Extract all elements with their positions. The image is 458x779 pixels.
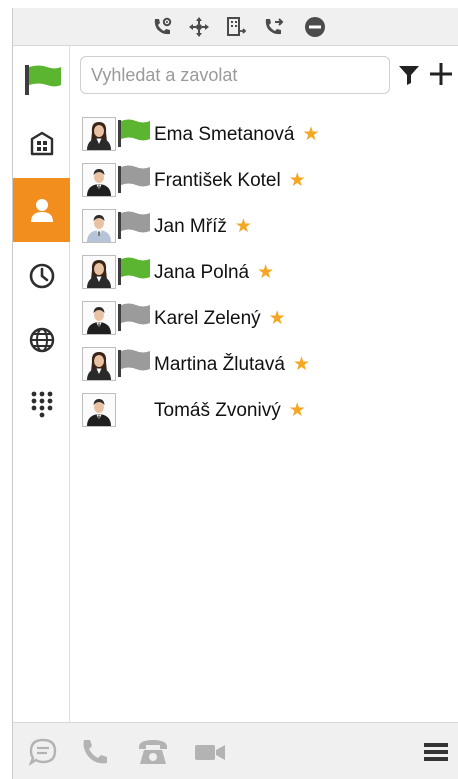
video-icon: [195, 745, 225, 760]
contact-name: Jan Mříž ★: [154, 215, 252, 238]
desk-phone-icon: [139, 740, 167, 764]
presence-flag-icon: [116, 348, 152, 378]
contacts-icon: [30, 199, 53, 222]
bottom-toolbar: [13, 722, 458, 779]
avatar: [82, 393, 116, 427]
nav-contacts[interactable]: [13, 178, 70, 242]
status-flag-icon: [24, 65, 61, 95]
avatar: [82, 347, 116, 381]
queue-icon[interactable]: [225, 16, 247, 38]
avatar: [82, 209, 116, 243]
contact-name-text: Tomáš Zvonivý: [154, 400, 281, 421]
contact-name-text: Karel Zelený: [154, 308, 261, 329]
presence-flag-icon: [116, 164, 152, 194]
contact-row[interactable]: František Kotel ★: [70, 158, 458, 204]
contact-row[interactable]: Jana Polná ★: [70, 250, 458, 296]
nav-dialpad[interactable]: [13, 372, 70, 436]
contact-name: Karel Zelený ★: [154, 307, 286, 330]
contact-name-text: Ema Smetanová: [154, 124, 295, 145]
favorite-star-icon[interactable]: ★: [235, 216, 252, 237]
nav-history[interactable]: [13, 244, 70, 308]
contact-row[interactable]: Martina Žlutavá ★: [70, 342, 458, 388]
presence-flag-icon: [116, 210, 152, 240]
filter-button[interactable]: [397, 63, 421, 87]
contact-row[interactable]: Jan Mříž ★: [70, 204, 458, 250]
presence-flag-icon: [116, 118, 152, 148]
top-toolbar: [13, 8, 458, 46]
avatar: [82, 301, 116, 335]
call-forward-icon[interactable]: [263, 16, 285, 38]
contact-name-text: Martina Žlutavá: [154, 354, 285, 375]
presence-flag-icon: [116, 302, 152, 332]
globe-icon: [29, 327, 54, 353]
contact-name: Jana Polná ★: [154, 261, 274, 284]
presence-flag-icon: [116, 256, 152, 286]
search-input[interactable]: [80, 56, 390, 94]
contact-name: Martina Žlutavá ★: [154, 353, 310, 376]
search-row: [70, 46, 458, 112]
history-icon: [29, 263, 54, 289]
do-not-disturb-icon[interactable]: [304, 16, 326, 38]
contact-row[interactable]: Ema Smetanová ★: [70, 112, 458, 158]
video-button[interactable]: [193, 737, 225, 767]
chat-icon: [28, 738, 57, 766]
contact-name-text: Jan Mříž: [154, 216, 227, 237]
contact-name: Tomáš Zvonivý ★: [154, 399, 306, 422]
menu-icon: [424, 743, 448, 761]
contact-name-text: František Kotel: [154, 170, 281, 191]
phone-icon: [83, 740, 107, 764]
app-window: Ema Smetanová★František Kotel★Jan Mříž★J…: [12, 8, 458, 779]
favorite-star-icon[interactable]: ★: [293, 354, 310, 375]
avatar: [82, 117, 116, 151]
plus-icon: [430, 63, 452, 85]
nav-company[interactable]: [13, 112, 70, 176]
contact-name: Ema Smetanová ★: [154, 123, 320, 146]
chat-button[interactable]: [27, 737, 59, 767]
contact-name: František Kotel ★: [154, 169, 306, 192]
favorite-star-icon[interactable]: ★: [289, 400, 306, 421]
menu-button[interactable]: [423, 737, 455, 767]
contact-row[interactable]: Tomáš Zvonivý ★: [70, 388, 458, 434]
favorite-star-icon[interactable]: ★: [302, 124, 319, 145]
favorite-star-icon[interactable]: ★: [269, 308, 286, 329]
desk-phone-button[interactable]: [136, 737, 168, 767]
contact-list: Ema Smetanová ★ František Kotel ★ Jan Mříž ★ J…: [70, 112, 458, 434]
favorite-star-icon[interactable]: ★: [257, 262, 274, 283]
avatar: [82, 255, 116, 289]
contact-name-text: Jana Polná: [154, 262, 250, 283]
left-navigation: [13, 46, 70, 722]
call-settings-icon[interactable]: [151, 16, 173, 38]
call-routing-icon[interactable]: [188, 16, 210, 38]
dialpad-icon: [31, 391, 52, 418]
contact-row[interactable]: Karel Zelený ★: [70, 296, 458, 342]
nav-globe[interactable]: [13, 308, 70, 372]
avatar: [82, 163, 116, 197]
call-button[interactable]: [79, 737, 111, 767]
filter-icon: [399, 66, 419, 85]
status-flag-button[interactable]: [13, 48, 70, 112]
company-icon: [30, 131, 53, 156]
add-contact-button[interactable]: [427, 60, 455, 88]
favorite-star-icon[interactable]: ★: [289, 170, 306, 191]
